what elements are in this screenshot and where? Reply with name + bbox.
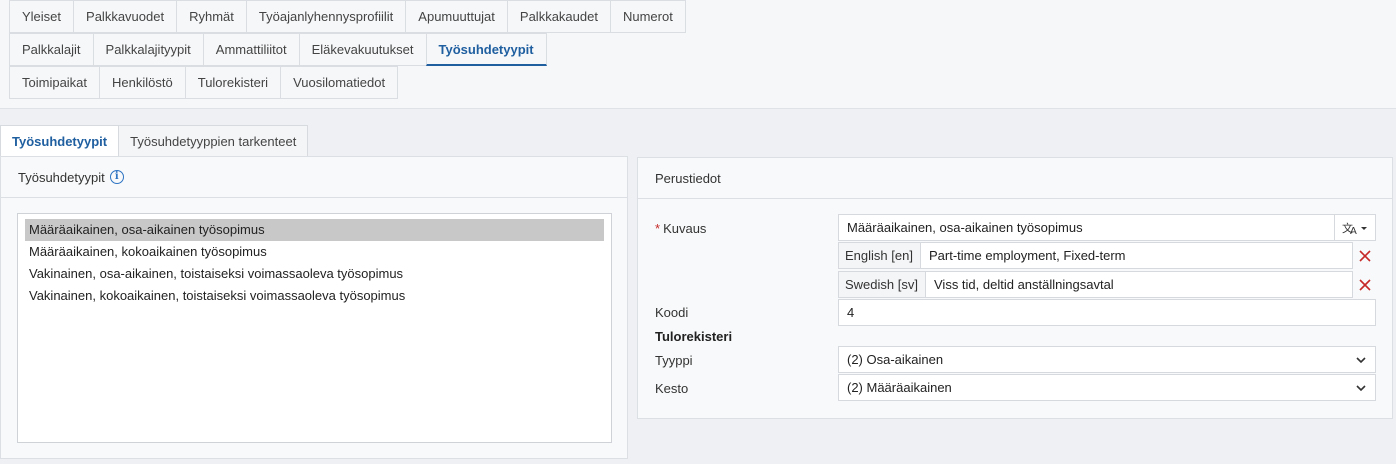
tyyppi-select[interactable]: (2) Osa-aikainen: [838, 346, 1376, 373]
koodi-value: 4: [847, 305, 855, 320]
employment-types-panel: Työsuhdetyypit i Määräaikainen, osa-aika…: [0, 156, 628, 459]
lang-tag-en: English [en]: [838, 242, 921, 269]
koodi-label: Koodi: [655, 305, 689, 320]
translate-icon: 文 A: [1342, 221, 1367, 235]
info-icon[interactable]: i: [109, 170, 124, 184]
nav-tab-palkkalajityypit[interactable]: Palkkalajityypit: [92, 33, 204, 66]
nav-tab-palkkakaudet[interactable]: Palkkakaudet: [506, 0, 611, 33]
list-item[interactable]: Vakinainen, kokoaikainen, toistaiseksi v…: [25, 285, 604, 307]
nav-tab-vuosilomatiedot[interactable]: Vuosilomatiedot: [280, 66, 399, 99]
panel-header: Perustiedot: [638, 158, 1392, 199]
list-item[interactable]: Määräaikainen, osa-aikainen työsopimus: [25, 219, 604, 241]
nav-row-2: Palkkalajit Palkkalajityypit Ammattiliit…: [9, 33, 1396, 66]
close-icon: [1359, 278, 1371, 291]
nav-tab-toimipaikat[interactable]: Toimipaikat: [9, 66, 101, 99]
kuvaus-label-text: Kuvaus: [663, 221, 707, 236]
kuvaus-input[interactable]: Määräaikainen, osa-aikainen työsopimus: [838, 214, 1335, 241]
list-item[interactable]: Määräaikainen, kokoaikainen työsopimus: [25, 241, 604, 263]
nav-row-3: Toimipaikat Henkilöstö Tulorekisteri Vuo…: [9, 66, 1396, 99]
nav-tab-tyoajanlyhennysprofiilit[interactable]: Työajanlyhennysprofiilit: [245, 0, 407, 33]
nav-tab-palkkalajit[interactable]: Palkkalajit: [9, 33, 94, 66]
nav-tab-palkkavuodet[interactable]: Palkkavuodet: [73, 0, 178, 33]
koodi-input[interactable]: 4: [838, 299, 1376, 326]
lang-tag-en-text: English [en]: [845, 248, 913, 263]
panel-title: Työsuhdetyypit: [18, 169, 105, 185]
basic-info-panel: Perustiedot * Kuvaus Määräaikainen, osa-a…: [637, 157, 1393, 419]
kuvaus-value: Määräaikainen, osa-aikainen työsopimus: [847, 220, 1083, 235]
panel-title: Perustiedot: [655, 170, 721, 186]
subtab-tyosuhdetyyppien-tarkenteet[interactable]: Työsuhdetyyppien tarkenteet: [118, 125, 309, 156]
nav-tab-henkilosto[interactable]: Henkilöstö: [99, 66, 186, 99]
kesto-value: (2) Määräaikainen: [847, 380, 952, 395]
lang-tag-sv: Swedish [sv]: [838, 271, 926, 298]
nav-tab-tyosuhdetyypit[interactable]: Työsuhdetyypit: [425, 33, 547, 66]
nav-row-1: Yleiset Palkkavuodet Ryhmät Työajanlyhen…: [9, 0, 1396, 33]
tulorekisteri-section-title: Tulorekisteri: [655, 329, 733, 344]
translate-button[interactable]: 文 A: [1334, 214, 1376, 241]
translation-sv-value: Viss tid, deltid anställningsavtal: [934, 277, 1114, 292]
chevron-down-icon: [1356, 385, 1366, 392]
lang-tag-sv-text: Swedish [sv]: [845, 277, 918, 292]
kesto-select[interactable]: (2) Määräaikainen: [838, 374, 1376, 401]
svg-text:A: A: [1350, 226, 1357, 235]
sub-tabs: Työsuhdetyypit Työsuhdetyyppien tarkente…: [0, 125, 309, 156]
list-item[interactable]: Vakinainen, osa-aikainen, toistaiseksi v…: [25, 263, 604, 285]
chevron-down-icon: [1356, 357, 1366, 364]
kuvaus-label: * Kuvaus: [655, 221, 706, 236]
nav-tab-ryhmat[interactable]: Ryhmät: [176, 0, 247, 33]
nav-tab-numerot[interactable]: Numerot: [609, 0, 686, 33]
nav-tab-elakevakuutukset[interactable]: Eläkevakuutukset: [298, 33, 427, 66]
translation-input-en[interactable]: Part-time employment, Fixed-term: [920, 242, 1353, 269]
panel-header: Työsuhdetyypit i: [1, 157, 627, 198]
nav-tab-ammattiliitot[interactable]: Ammattiliitot: [202, 33, 300, 66]
top-navigation: Yleiset Palkkavuodet Ryhmät Työajanlyhen…: [0, 0, 1396, 109]
required-marker: *: [655, 221, 661, 236]
nav-tab-yleiset[interactable]: Yleiset: [9, 0, 75, 33]
tyyppi-value: (2) Osa-aikainen: [847, 352, 944, 367]
subtab-tyosuhdetyypit[interactable]: Työsuhdetyypit: [0, 125, 120, 156]
nav-tab-apumuuttujat[interactable]: Apumuuttujat: [405, 0, 508, 33]
translation-en-value: Part-time employment, Fixed-term: [929, 248, 1126, 263]
tyyppi-label: Tyyppi: [655, 353, 693, 368]
employment-types-list[interactable]: Määräaikainen, osa-aikainen työsopimus M…: [17, 213, 612, 443]
delete-translation-sv-button[interactable]: [1354, 271, 1376, 298]
close-icon: [1359, 249, 1371, 262]
translation-input-sv[interactable]: Viss tid, deltid anställningsavtal: [925, 271, 1353, 298]
delete-translation-en-button[interactable]: [1354, 242, 1376, 269]
kesto-label: Kesto: [655, 381, 689, 396]
nav-tab-tulorekisteri[interactable]: Tulorekisteri: [184, 66, 282, 99]
